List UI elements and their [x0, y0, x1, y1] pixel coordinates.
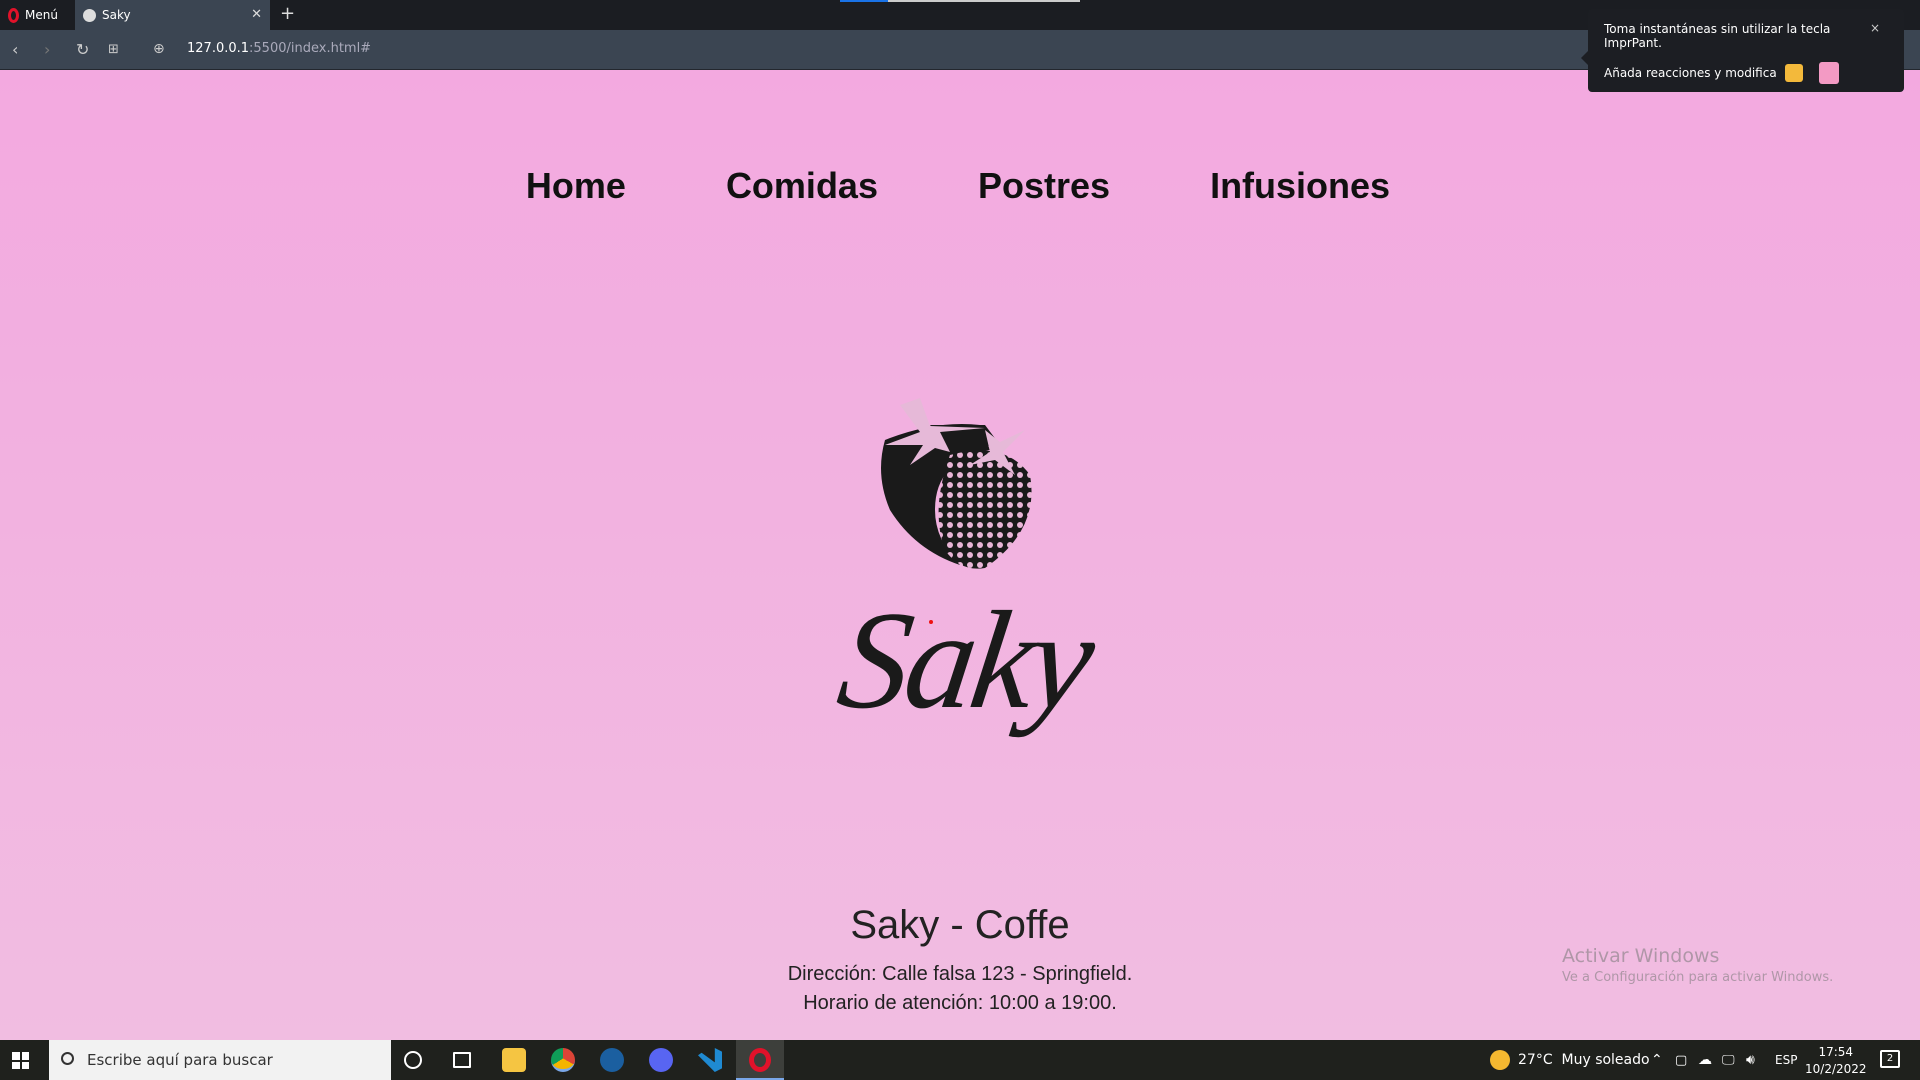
smiley-emoji-icon	[1784, 64, 1803, 82]
hours-text: Horario de atención: 10:00 a 19:00.	[803, 992, 1117, 1014]
weather-sun-icon	[1490, 1050, 1510, 1070]
opera-icon	[749, 1048, 771, 1072]
url-host: 127.0.0.1	[187, 41, 250, 56]
network-icon[interactable]: 🖵	[1722, 1040, 1735, 1080]
tip-line-1: Toma instantáneas sin utilizar la tecla …	[1604, 22, 1831, 50]
clock[interactable]: 17:54 10/2/2022	[1805, 1044, 1867, 1078]
notification-center-icon[interactable]: 2	[1880, 1050, 1900, 1068]
cortana-icon[interactable]	[404, 1051, 422, 1069]
tab-title: Saky	[102, 8, 131, 22]
site-info-icon[interactable]: ⊕	[153, 41, 165, 57]
close-tab-icon[interactable]: ✕	[251, 7, 262, 22]
globe-icon	[83, 8, 96, 22]
watermark-subtitle: Ve a Configuración para activar Windows.	[1562, 970, 1834, 985]
opera-icon	[8, 7, 19, 23]
back-icon[interactable]: ‹	[12, 40, 18, 59]
reload-icon[interactable]: ↻	[76, 40, 89, 59]
activate-windows-watermark: Activar Windows Ve a Configuración para a…	[1562, 945, 1833, 985]
cat-emoji-icon	[1818, 62, 1839, 84]
temperature: 27°C	[1518, 1052, 1553, 1068]
show-hidden-icons-button[interactable]: ⌃	[1651, 1040, 1663, 1080]
time: 17:54	[1818, 1045, 1854, 1059]
search-placeholder: Escribe aquí para buscar	[87, 1051, 273, 1069]
nav-postres[interactable]: Postres	[978, 165, 1110, 207]
discord-icon[interactable]	[649, 1048, 673, 1072]
file-explorer-icon[interactable]	[502, 1048, 526, 1072]
tab-saky[interactable]: Saky ✕	[75, 0, 270, 30]
steam-icon[interactable]	[600, 1048, 624, 1072]
volume-icon[interactable]: 🔊︎	[1746, 1040, 1755, 1080]
close-popup-button[interactable]: ×	[1870, 21, 1880, 35]
windows-start-icon[interactable]	[12, 1052, 29, 1069]
strawberry-logo-icon	[881, 398, 1032, 569]
nav-home[interactable]: Home	[526, 165, 626, 207]
cafe-title: Saky - Coffe	[850, 903, 1070, 947]
main-nav: Home Comidas Postres Infusiones	[0, 165, 1920, 207]
opera-menu-button[interactable]: Menú	[8, 0, 58, 30]
forward-icon[interactable]: ›	[44, 40, 50, 59]
weather-description: Muy soleado	[1561, 1052, 1650, 1068]
search-icon	[61, 1052, 74, 1065]
watermark-title: Activar Windows	[1562, 945, 1720, 967]
tip-line-2: Añada reacciones y modifica	[1604, 66, 1777, 80]
opera-taskbar-button[interactable]	[736, 1040, 784, 1080]
saky-logo-text: Saky	[829, 583, 1101, 738]
tabs-grid-icon[interactable]: ⊞	[108, 42, 119, 57]
weather-widget[interactable]: 27°C Muy soleado	[1490, 1040, 1650, 1080]
url-input[interactable]: 127.0.0.1:5500/index.html#	[187, 41, 371, 56]
language-indicator[interactable]: ESP	[1775, 1040, 1797, 1080]
url-path: :5500/index.html#	[249, 41, 372, 56]
loading-bar	[840, 0, 1080, 2]
nav-comidas[interactable]: Comidas	[726, 165, 878, 207]
vscode-icon[interactable]	[698, 1048, 722, 1072]
taskbar: Escribe aquí para buscar 27°C Muy solead…	[0, 1040, 1920, 1080]
new-tab-button[interactable]: +	[280, 3, 295, 24]
mouse-cursor	[929, 620, 933, 624]
web-page: Home Comidas Postres Infusiones Saky Sak…	[0, 70, 1920, 1040]
snapshot-tip-popup: Toma instantáneas sin utilizar la tecla …	[1581, 9, 1904, 92]
meet-now-icon[interactable]: ▢	[1675, 1040, 1687, 1080]
onedrive-cloud-icon[interactable]: ☁	[1698, 1040, 1712, 1080]
menu-label: Menú	[25, 8, 58, 22]
chrome-icon[interactable]	[551, 1048, 575, 1072]
task-view-icon[interactable]	[453, 1052, 471, 1068]
date: 10/2/2022	[1805, 1062, 1867, 1076]
nav-infusiones[interactable]: Infusiones	[1210, 165, 1390, 207]
taskbar-search-input[interactable]: Escribe aquí para buscar	[49, 1040, 391, 1080]
